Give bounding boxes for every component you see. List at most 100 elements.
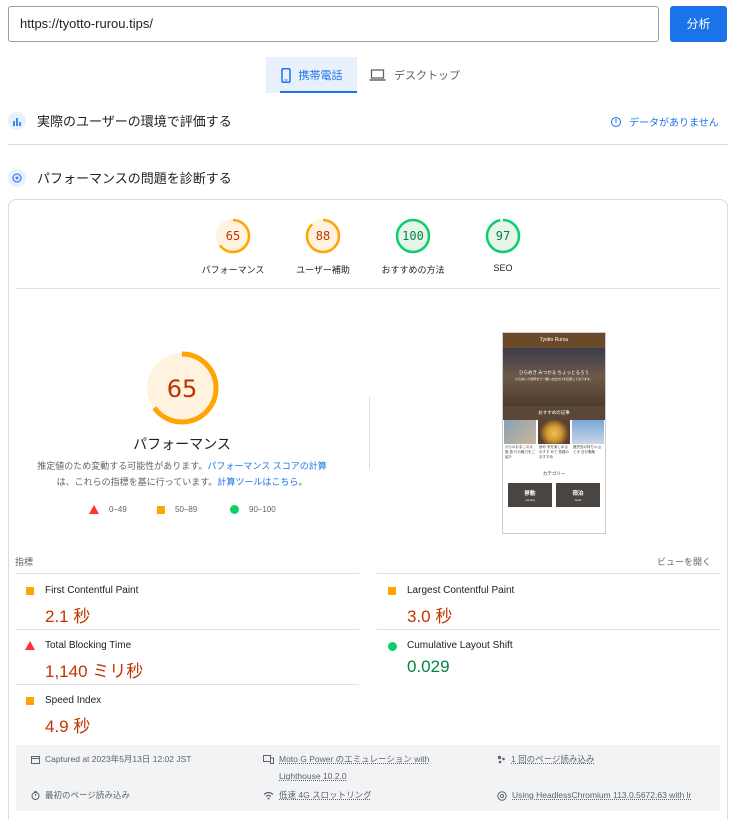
tab-mobile-label: 携帯電話 [298, 70, 343, 82]
score-gauge[interactable]: 97 [485, 218, 521, 254]
preview-card-text: からのおまこの大阪 旅 行の魅力をご紹介 [505, 445, 535, 459]
note-end: 。 [298, 477, 308, 487]
lab-data-icon [8, 168, 26, 187]
preview-card: 読め 来を楽しめるのすす めで 旅路のおすすめ [538, 420, 570, 461]
preview-card: からのおまこの大阪 旅 行の魅力をご紹介 [504, 420, 536, 461]
analyze-button[interactable]: 分析 [670, 6, 727, 42]
metric-name: First Contentful Paint [45, 585, 139, 596]
captured-at: Captured at 2023年5月13日 12:02 JST [31, 751, 191, 768]
score-gauge[interactable]: 88 [305, 218, 341, 254]
score-calculation-link[interactable]: パフォーマンス スコアの計算 [207, 461, 326, 471]
legend-good: 90–100 [230, 505, 276, 514]
metric-name: Largest Contentful Paint [407, 585, 515, 596]
field-data-title: 実際のユーザーの環境で評価する [37, 114, 232, 129]
preview-card-text: 鹿児島の特ちゃ山とタ 日が素敵 [573, 445, 601, 454]
section-divider [8, 144, 728, 145]
poor-triangle-icon [25, 641, 35, 650]
no-data-link[interactable]: i データがありません [611, 114, 719, 129]
note-text-a: 推定値のため変動する可能性があります。 [37, 461, 208, 471]
metric-value: 3.0 秒 [407, 607, 453, 626]
metric-value: 1,140 ミリ秒 [45, 662, 144, 681]
note-text-b: は、これらの指標を基に行っています。 [56, 477, 218, 487]
score-gauge[interactable]: 65 [215, 218, 251, 254]
legend-poor: 0–49 [89, 505, 127, 514]
legend-average: 50–89 [157, 505, 197, 514]
users-chart-icon [8, 111, 26, 130]
gauge-divider [16, 288, 720, 289]
preview-hero-line2: ひらめいた場所まで一緒にお出かけを応援しております。 [515, 377, 593, 381]
wifi-icon [263, 791, 274, 800]
poor-triangle-icon [89, 505, 99, 514]
tab-desktop[interactable]: デスクトップ [369, 57, 460, 93]
metric-divider [16, 629, 359, 630]
vertical-divider [369, 397, 370, 469]
preview-category-row: 移動 moving 宿泊 hotel [503, 477, 605, 507]
timer-icon [31, 791, 40, 800]
average-square-icon [26, 587, 34, 595]
metric-divider [16, 573, 359, 574]
initial-load-label: 最初のページ読み込み [45, 790, 130, 800]
score-label: パフォーマンス [201, 265, 265, 275]
session-info[interactable]: 1 回のページ読み込み [497, 751, 594, 768]
good-circle-icon [388, 642, 397, 651]
diagnose-title: パフォーマンスの問題を診断する [37, 171, 232, 186]
metric-divider [377, 629, 720, 630]
good-circle-icon [230, 505, 239, 514]
performance-note: 推定値のため変動する可能性があります。パフォーマンス スコアの計算 は、これらの… [32, 458, 332, 490]
browser-info[interactable]: Using HeadlessChromium 113.0.5672.63 wit… [497, 787, 691, 804]
preview-cat-hotel: 宿泊 hotel [556, 483, 600, 507]
devices-icon [263, 755, 274, 764]
score-gauge[interactable]: 100 [395, 218, 431, 254]
tab-mobile[interactable]: 携帯電話 [266, 57, 357, 93]
globe-icon [497, 791, 507, 801]
dots-icon [497, 755, 505, 764]
device-emulation[interactable]: Moto G Power のエミュレーション with Lighthouse 10… [263, 751, 429, 785]
preview-cards: からのおまこの大阪 旅 行の魅力をご紹介 読め 来を楽しめるのすす めで 旅路の… [503, 420, 605, 461]
tab-desktop-label: デスクトップ [394, 70, 460, 82]
metric-divider [377, 573, 720, 574]
captured-at-label: Captured at 2023年5月13日 12:02 JST [45, 754, 192, 764]
metric-value: 2.1 秒 [45, 607, 91, 626]
preview-site-title: Tyotto Rurou [539, 337, 569, 343]
score-label: SEO [493, 263, 513, 273]
session-label: 1 回のページ読み込み [511, 754, 595, 764]
average-square-icon [388, 587, 396, 595]
legend-good-label: 90–100 [249, 505, 276, 514]
calculator-link[interactable]: 計算ツールはこちら [217, 477, 298, 487]
preview-recommended: おすすめの記事 [503, 406, 605, 420]
score-value: 97 [495, 229, 511, 243]
score-label: ユーザー補助 [296, 265, 350, 275]
score-value: 65 [225, 229, 241, 243]
preview-card: 鹿児島の特ちゃ山とタ 日が素敵 [572, 420, 604, 461]
score-value: 100 [402, 229, 424, 243]
no-data-label: データがありません [629, 118, 719, 129]
url-input[interactable]: https://tyotto-rurou.tips/ [8, 6, 659, 42]
initial-load: 最初のページ読み込み [31, 787, 130, 804]
metric-name: Speed Index [45, 695, 102, 706]
score-value: 88 [315, 229, 331, 243]
throttling-label: 低速 4G スロットリング [279, 790, 372, 800]
metric-value: 0.029 [407, 657, 450, 676]
performance-gauge: 65 [145, 351, 219, 425]
preview-card-text: 読め 来を楽しめるのすす めで 旅路のおすすめ [539, 445, 569, 459]
preview-header: Tyotto Rurou [503, 333, 605, 348]
page-screenshot: Tyotto Rurou ひらめき みつかる ちょっとるろう ひらめいた場所まで… [502, 332, 606, 534]
network-throttling[interactable]: 低速 4G スロットリング [263, 787, 372, 804]
browser-label: Using HeadlessChromium 113.0.5672.63 wit… [512, 790, 692, 800]
preview-hero: ひらめき みつかる ちょっとるろう ひらめいた場所まで一緒にお出かけを応援してお… [503, 348, 605, 406]
legend-poor-label: 0–49 [109, 505, 127, 514]
device-emulation-line2: Lighthouse 10.2.0 [279, 771, 347, 781]
metrics-label: 指標 [15, 557, 34, 567]
device-emulation-line1: Moto G Power のエミュレーション with [279, 754, 430, 764]
performance-score: 65 [166, 375, 198, 403]
average-square-icon [157, 505, 165, 514]
expand-view-toggle[interactable]: ビューを開く [657, 555, 711, 568]
metric-divider [16, 684, 359, 685]
preview-cat-move: 移動 moving [508, 483, 552, 507]
calendar-icon [31, 756, 40, 764]
mobile-phone-icon [280, 67, 291, 83]
tab-active-indicator [280, 91, 357, 93]
average-square-icon [26, 697, 34, 705]
performance-title: パフォーマンス [133, 436, 231, 452]
laptop-icon [369, 69, 386, 81]
